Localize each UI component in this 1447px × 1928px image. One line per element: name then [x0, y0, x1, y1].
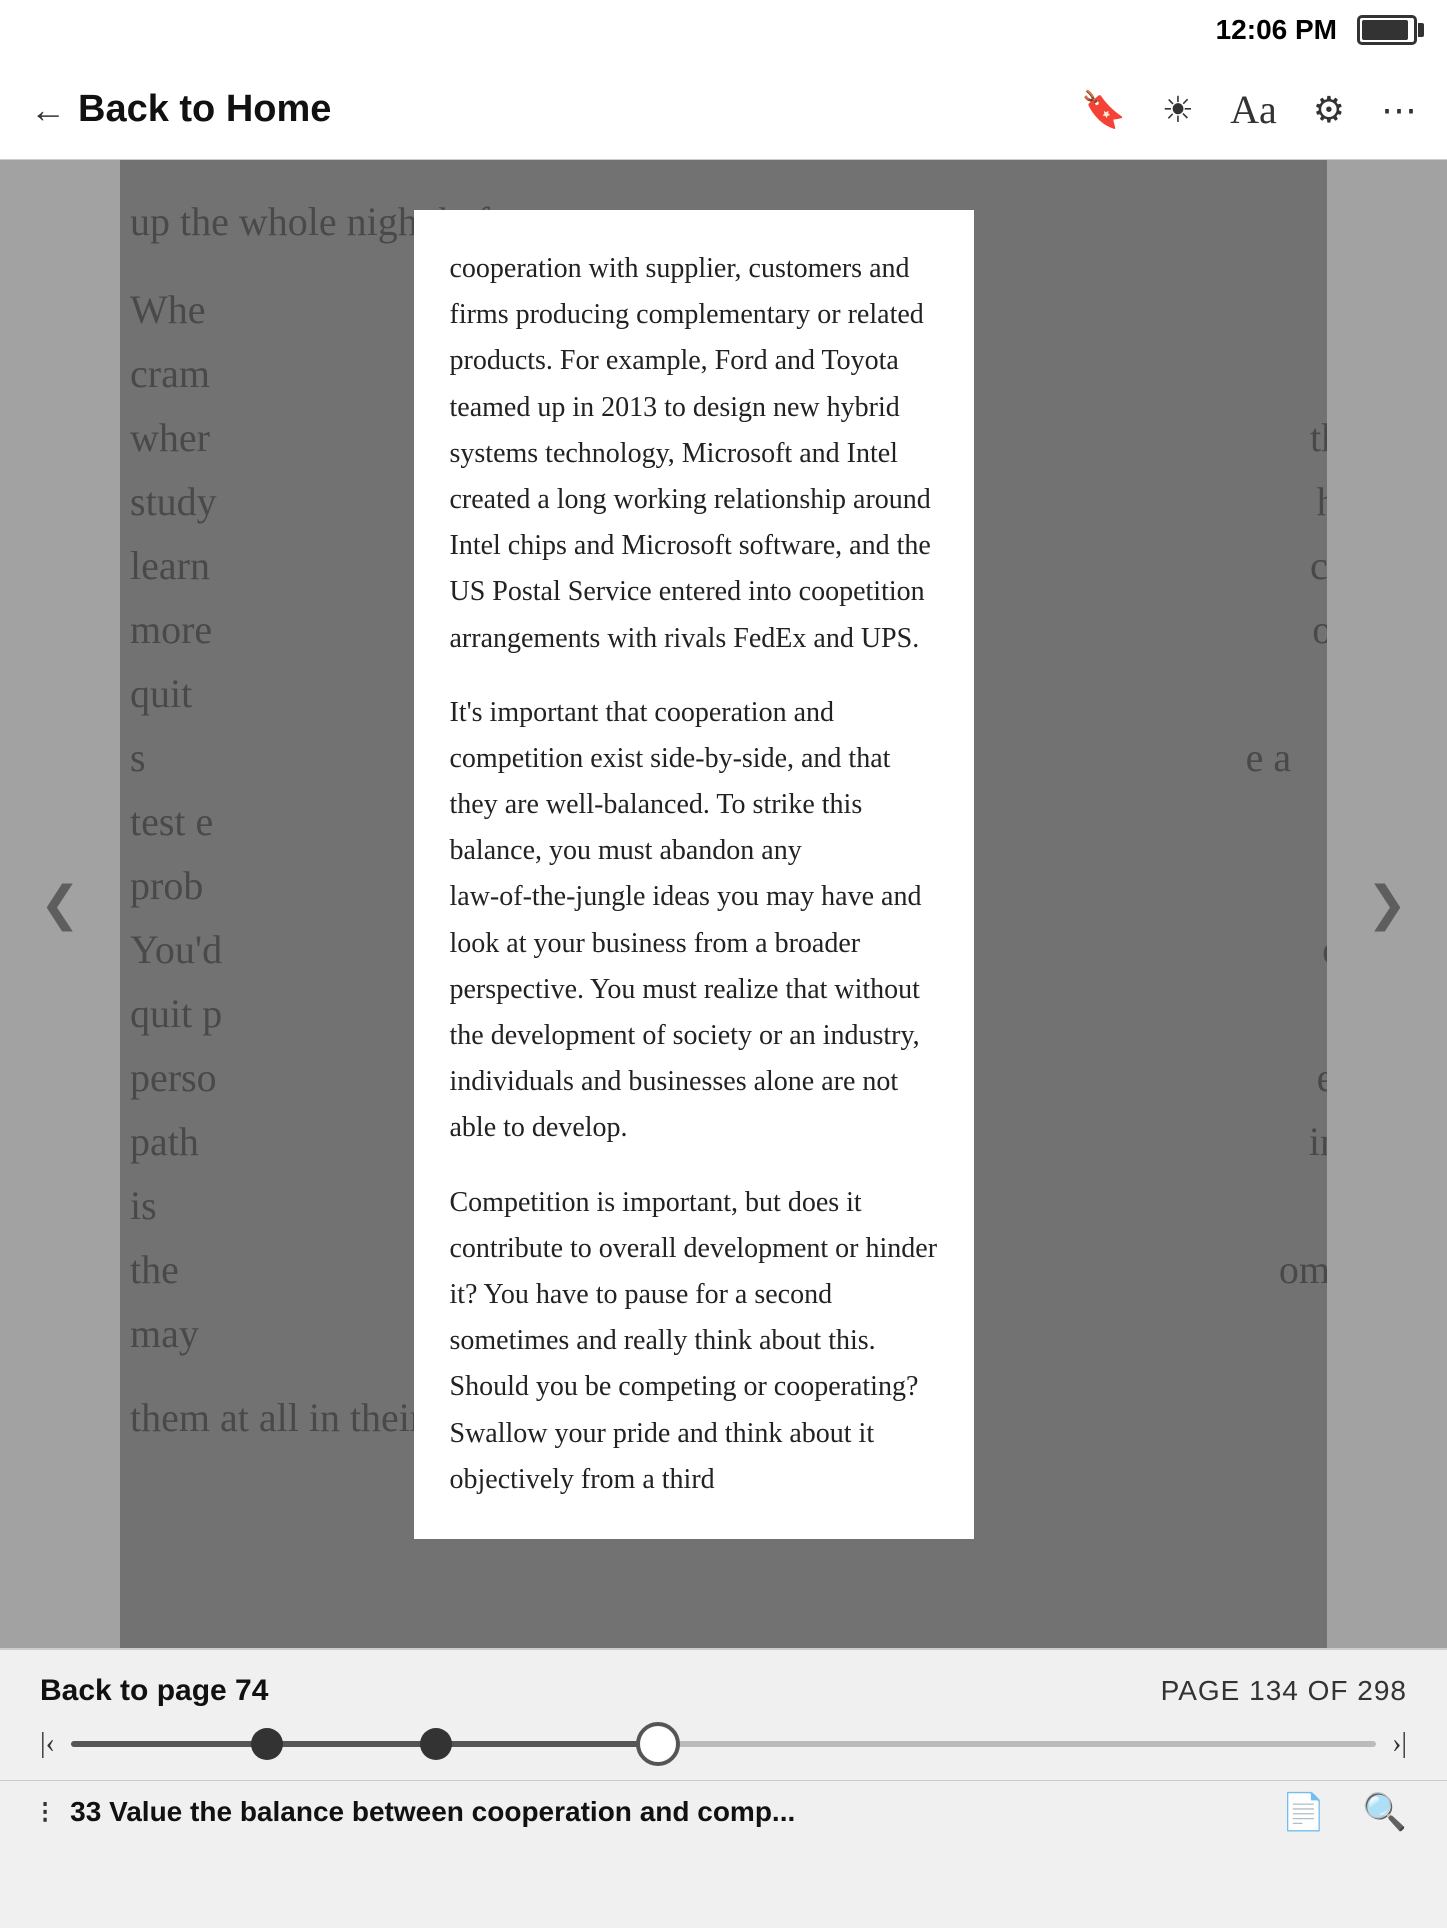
slider-filled: [71, 1741, 658, 1747]
chapter-text: 33 Value the balance between cooperation…: [70, 1796, 795, 1828]
contents-icon[interactable]: ⁝: [40, 1793, 50, 1831]
popup-paragraph-1: cooperation with supplier, customers and…: [450, 246, 938, 662]
slider-end-icon[interactable]: ›|: [1392, 1728, 1407, 1760]
popup-overlay: cooperation with supplier, customers and…: [0, 160, 1447, 1648]
search-icon[interactable]: 🔍: [1362, 1791, 1407, 1833]
page-indicator: PAGE 134 OF 298: [1161, 1675, 1407, 1707]
popup-paragraph-2: It's important that cooperation and comp…: [450, 690, 938, 1152]
settings-icon[interactable]: ⚙: [1313, 89, 1345, 131]
slider-thumb-2[interactable]: [420, 1728, 452, 1760]
battery-fill: [1362, 20, 1408, 40]
chapter-title: ⁝ 33 Value the balance between cooperati…: [40, 1793, 1281, 1831]
back-button[interactable]: ← Back to Home: [30, 88, 1081, 131]
toolbar-icons: 📄 🔍: [1281, 1791, 1407, 1833]
reading-area: up the whole night before. Whe t cram: [0, 160, 1447, 1648]
brightness-icon[interactable]: ☀: [1162, 89, 1194, 131]
status-time: 12:06 PM: [1216, 14, 1337, 46]
back-label: Back to Home: [78, 88, 331, 131]
bottom-toolbar: ⁝ 33 Value the balance between cooperati…: [0, 1780, 1447, 1843]
more-icon[interactable]: ⋯: [1381, 89, 1417, 131]
slider-track[interactable]: [71, 1741, 1376, 1747]
back-arrow-icon: ←: [30, 92, 66, 128]
bottom-nav-top: Back to page 74 PAGE 134 OF 298: [0, 1650, 1447, 1708]
popup-paragraph-3: Competition is important, but does it co…: [450, 1180, 938, 1503]
slider-start-icon[interactable]: |‹: [40, 1728, 55, 1760]
slider-thumb-current[interactable]: [636, 1722, 680, 1766]
nav-icons: 🔖 ☀ Aa ⚙ ⋯: [1081, 86, 1417, 133]
slider-thumb-1[interactable]: [251, 1728, 283, 1760]
battery-icon: [1357, 15, 1417, 45]
bookmark-icon[interactable]: 🔖: [1081, 89, 1126, 131]
popup-box: cooperation with supplier, customers and…: [414, 210, 974, 1539]
bottom-nav: Back to page 74 PAGE 134 OF 298 |‹ ›| ⁝ …: [0, 1648, 1447, 1928]
page-slider[interactable]: |‹ ›|: [0, 1708, 1447, 1780]
top-nav: ← Back to Home 🔖 ☀ Aa ⚙ ⋯: [0, 60, 1447, 160]
status-bar: 12:06 PM: [0, 0, 1447, 60]
document-icon[interactable]: 📄: [1281, 1791, 1326, 1833]
font-icon[interactable]: Aa: [1230, 86, 1277, 133]
back-to-page-button[interactable]: Back to page 74: [40, 1674, 268, 1708]
